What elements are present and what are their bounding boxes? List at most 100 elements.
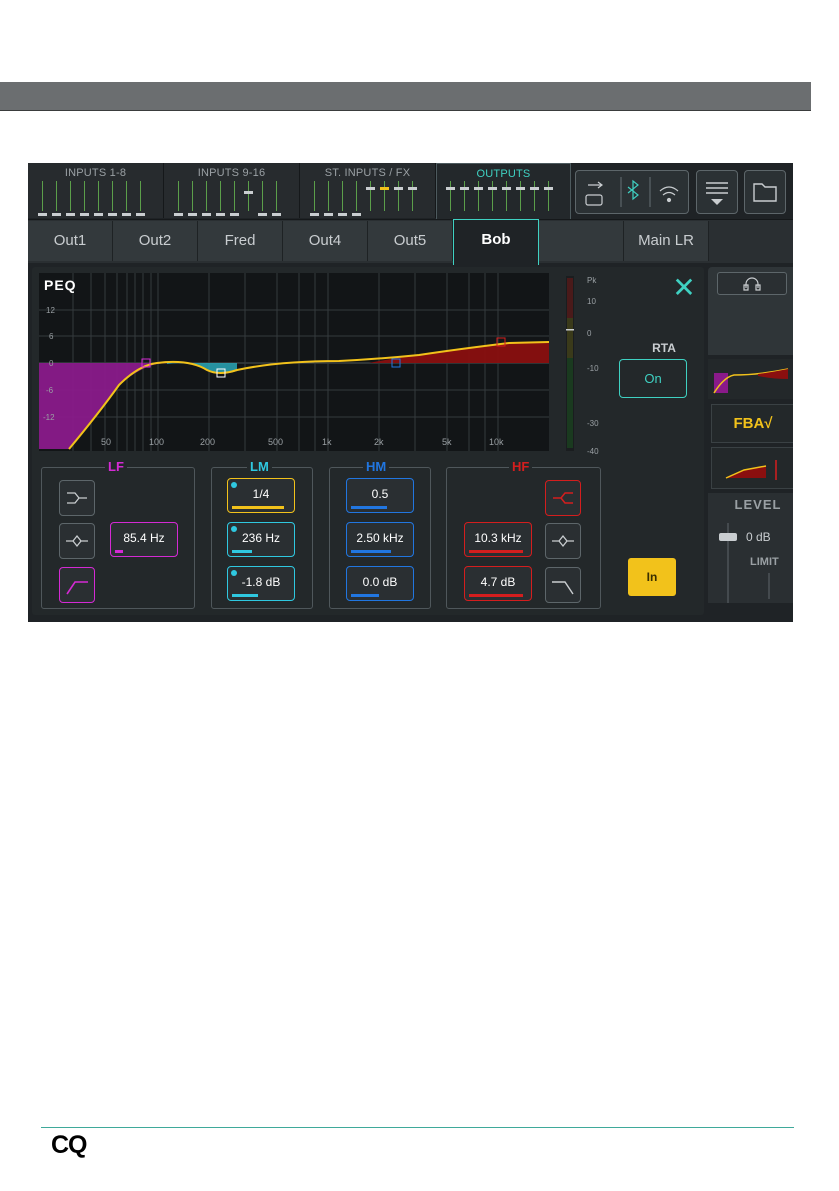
meter-tick: -30: [587, 419, 599, 428]
mini-fader-line: [548, 181, 549, 211]
lf-bell-button[interactable]: [59, 523, 95, 559]
menu-icon: [706, 182, 728, 205]
eq-thumbnail[interactable]: [708, 359, 793, 399]
bluetooth-icon: [627, 179, 639, 201]
y-tick: 6: [49, 332, 54, 341]
mini-fader-cap: [66, 213, 75, 216]
x-tick: 50: [101, 437, 112, 447]
channel-tab-out1[interactable]: Out1: [28, 221, 113, 261]
mini-fader-cap: [216, 213, 225, 216]
wifi-icon: [659, 186, 679, 196]
limit-meter: [768, 573, 770, 599]
mini-fader-line: [276, 181, 277, 211]
bell-icon: [552, 534, 574, 548]
mini-fader-cap: [502, 187, 511, 190]
hm-title: HM: [363, 459, 390, 474]
footer-rule: [41, 1127, 794, 1128]
x-tick: 10k: [489, 437, 504, 447]
sd-card-icon: [585, 194, 603, 206]
hm-q-bar: [351, 506, 387, 509]
level-fader[interactable]: [716, 523, 740, 603]
mini-fader-cap: [136, 213, 145, 216]
hf-shelf-button[interactable]: [545, 480, 581, 516]
compressor-thumbnail[interactable]: [711, 447, 793, 489]
hm-freq-field[interactable]: 2.50 kHz: [346, 522, 414, 557]
mini-fader-cap: [272, 213, 281, 216]
hf-gain-field[interactable]: 4.7 dB: [464, 566, 532, 601]
lf-shelf-button[interactable]: [59, 480, 95, 516]
mini-fader-cap: [38, 213, 47, 216]
x-tick: 100: [149, 437, 165, 447]
mini-fader-line: [178, 181, 179, 211]
mini-fader-line: [56, 181, 57, 211]
hf-freq-bar: [469, 550, 523, 553]
mini-fader-line: [262, 181, 263, 211]
hf-gain-bar: [469, 594, 523, 597]
level-value: 0 dB: [746, 530, 771, 544]
mini-fader-cap: [108, 213, 117, 216]
mini-fader-cap: [544, 187, 553, 190]
mixer-screen: INPUTS 1-8 INPUTS 9-16 ST. INPUTS / FX O…: [28, 163, 793, 622]
mini-fader-line: [370, 181, 371, 211]
hpf-icon: [66, 581, 88, 595]
tab-inputs-9-16[interactable]: INPUTS 9-16: [164, 163, 300, 218]
mini-fader-cap: [52, 213, 61, 216]
mini-fader-cap: [352, 213, 361, 216]
mini-fader-line: [112, 181, 113, 211]
lm-gain-field[interactable]: -1.8 dB: [227, 566, 295, 601]
bell-icon: [66, 534, 88, 548]
lf-freq-field[interactable]: 85.4 Hz: [110, 522, 178, 557]
hm-gain-field[interactable]: 0.0 dB: [346, 566, 414, 601]
tab-st-inputs-fx[interactable]: ST. INPUTS / FX: [300, 163, 436, 218]
close-icon[interactable]: ✕: [672, 274, 696, 302]
mini-fader-cap: [408, 187, 417, 190]
channel-tab-main-lr[interactable]: Main LR: [624, 221, 709, 261]
lm-q-bar: [232, 506, 284, 509]
mini-fader-cap: [366, 187, 375, 190]
peq-graph[interactable]: [39, 273, 550, 451]
mini-fader-line: [140, 181, 141, 211]
mini-fader-cap: [80, 213, 89, 216]
lf-freq-bar: [115, 550, 123, 553]
mini-fader-line: [534, 181, 535, 211]
rta-toggle-button[interactable]: On: [619, 359, 687, 398]
channel-tab-bob[interactable]: Bob: [453, 219, 539, 265]
mini-fader-line: [356, 181, 357, 211]
mini-fader-cap: [188, 213, 197, 216]
folder-button[interactable]: [744, 170, 786, 214]
tab-outputs[interactable]: OUTPUTS: [436, 163, 571, 219]
lm-freq-bar: [232, 550, 252, 553]
x-tick: 5k: [442, 437, 452, 447]
y-tick: -6: [46, 386, 54, 395]
mini-fader-line: [314, 181, 315, 211]
fba-button[interactable]: FBA√: [711, 404, 793, 443]
hf-title: HF: [509, 459, 533, 474]
mini-fader-cap: [94, 213, 103, 216]
menu-button[interactable]: [696, 170, 738, 214]
channel-tab-fred[interactable]: Fred: [198, 221, 283, 261]
mini-fader-line: [464, 181, 465, 211]
usb-bluetooth-wifi-panel[interactable]: [575, 170, 689, 214]
hf-freq-field[interactable]: 10.3 kHz: [464, 522, 532, 557]
mini-fader-line: [192, 181, 193, 211]
headphone-button[interactable]: [717, 272, 787, 295]
hf-bell-button[interactable]: [545, 523, 581, 559]
channel-tab-out2[interactable]: Out2: [113, 221, 198, 261]
channel-tab-empty[interactable]: [539, 221, 624, 261]
mini-fader-cap: [258, 213, 267, 216]
lm-q-field[interactable]: 1/4: [227, 478, 295, 513]
page-header-bar: [0, 82, 811, 111]
tab-label: INPUTS 1-8: [64, 167, 127, 179]
channel-tab-out4[interactable]: Out4: [283, 221, 368, 261]
lf-hpf-button[interactable]: [59, 567, 95, 603]
tab-inputs-1-8[interactable]: INPUTS 1-8: [28, 163, 164, 218]
lm-freq-field[interactable]: 236 Hz: [227, 522, 295, 557]
eq-thumbnail-icon: [713, 368, 789, 394]
lpf-icon: [552, 581, 574, 595]
channel-tab-out5[interactable]: Out5: [368, 221, 453, 261]
usb-icon: [588, 181, 603, 189]
headphone-icon: [743, 277, 761, 291]
eq-in-button[interactable]: In: [628, 558, 676, 596]
hf-lpf-button[interactable]: [545, 567, 581, 603]
hm-q-field[interactable]: 0.5: [346, 478, 414, 513]
